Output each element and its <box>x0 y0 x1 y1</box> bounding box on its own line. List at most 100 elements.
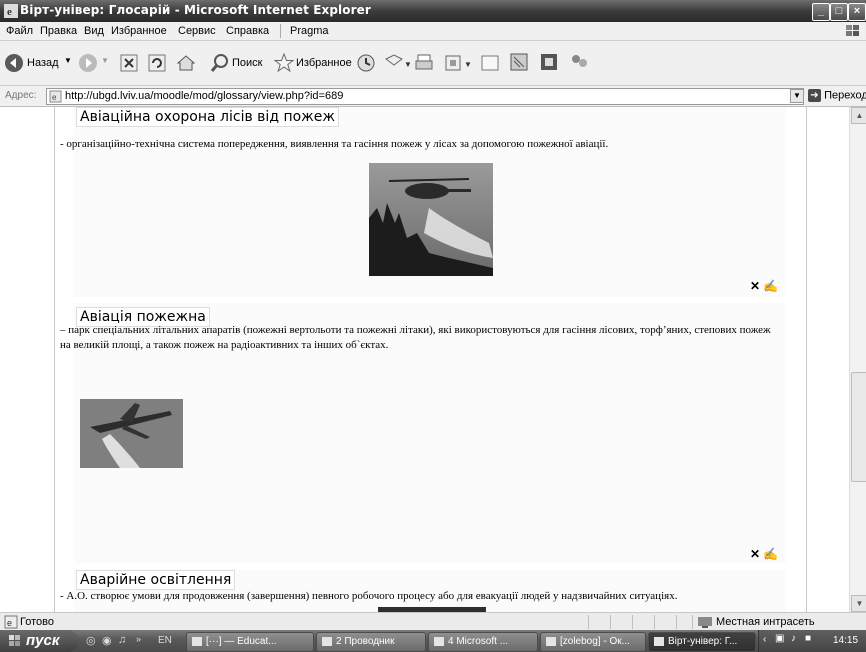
menu-bar: Файл Правка Вид Избранное Сервис Справка… <box>0 22 866 41</box>
task-label: 4 Microsoft ... <box>448 636 509 647</box>
task-label: [zolebog] - Ок... <box>560 636 630 647</box>
edit-page-icon[interactable]: ▼ <box>444 53 474 73</box>
minimize-button[interactable]: _ <box>812 3 830 21</box>
tray-expand-icon[interactable]: ‹ <box>763 634 766 645</box>
address-bar: Адрес: e http://ubgd.lviv.ua/moodle/mod/… <box>0 86 866 107</box>
status-text: Готово <box>20 616 54 628</box>
intranet-icon <box>698 617 712 628</box>
address-input[interactable]: e http://ubgd.lviv.ua/moodle/mod/glossar… <box>46 88 804 105</box>
go-label: Переход <box>824 89 866 102</box>
task-icon <box>434 636 444 646</box>
firefighting-plane-photo <box>80 399 183 468</box>
search-button[interactable]: Поиск <box>210 53 262 76</box>
scroll-down-icon[interactable]: ▼ <box>851 595 866 612</box>
task-label: Вірт-універ: Г... <box>668 636 738 647</box>
search-icon <box>210 54 228 72</box>
go-button[interactable]: ➜ Переход <box>808 89 866 102</box>
tray-volume-icon[interactable]: ♪ <box>791 633 796 644</box>
toolbar: Назад ▼ ▼ Поиск Избранное ▼ ▼ <box>0 41 866 86</box>
research-icon[interactable] <box>508 51 530 73</box>
forward-dropdown-icon[interactable]: ▼ <box>101 56 109 65</box>
menu-edit[interactable]: Правка <box>40 25 77 37</box>
back-dropdown-icon[interactable]: ▼ <box>64 56 72 65</box>
tray-network-icon[interactable]: ▣ <box>775 633 784 644</box>
entry-definition: - А.О. створює умови для продовження (за… <box>60 590 678 602</box>
back-arrow-icon <box>5 54 23 72</box>
print-icon[interactable] <box>414 53 434 73</box>
menu-favorites[interactable]: Избранное <box>111 25 167 37</box>
taskbar-item[interactable]: 4 Microsoft ... <box>428 632 538 652</box>
right-border <box>806 107 807 612</box>
entry-definition: – парк спеціальних літальних апаратів (п… <box>60 324 771 351</box>
forward-button[interactable]: ▼ <box>78 53 109 76</box>
entry-term: Аварійне освітлення <box>76 570 236 590</box>
scroll-thumb[interactable] <box>851 372 866 482</box>
clock[interactable]: 14:15 <box>833 635 858 646</box>
language-indicator[interactable]: EN <box>158 635 172 646</box>
refresh-icon[interactable] <box>148 54 166 72</box>
close-button[interactable]: × <box>848 3 866 21</box>
start-label: пуск <box>26 632 60 649</box>
messenger-icon[interactable] <box>538 51 560 73</box>
helicopter-photo <box>369 163 493 276</box>
svg-text:e: e <box>52 93 57 102</box>
window-title: Вірт-універ: Глосарій - Microsoft Intern… <box>20 3 371 17</box>
delete-icon[interactable]: ✕ <box>750 279 760 293</box>
go-arrow-icon: ➜ <box>808 89 821 102</box>
search-label: Поиск <box>232 57 263 69</box>
task-icon <box>322 636 332 646</box>
address-dropdown-icon[interactable]: ▼ <box>790 89 804 103</box>
status-divider <box>632 615 633 629</box>
page-icon: e <box>49 90 62 103</box>
maximize-button[interactable]: □ <box>830 3 848 21</box>
vertical-scrollbar[interactable]: ▲ ▼ <box>849 107 866 612</box>
page-content: Авіаційна охорона лісів від пожеж - орга… <box>0 107 849 612</box>
back-button[interactable]: Назад ▼ <box>4 53 72 76</box>
delete-icon[interactable]: ✕ <box>750 547 760 561</box>
forward-arrow-icon <box>79 54 97 72</box>
quicklaunch-browser-icon[interactable]: ◉ <box>102 634 112 647</box>
menu-pragma[interactable]: Pragma <box>290 25 329 37</box>
taskbar-item[interactable]: [zolebog] - Ок... <box>540 632 646 652</box>
menu-view[interactable]: Вид <box>84 25 104 37</box>
svg-text:▼: ▼ <box>404 60 410 69</box>
tray-app-icon[interactable]: ■ <box>805 633 811 644</box>
menu-help[interactable]: Справка <box>226 25 269 37</box>
start-button[interactable]: пуск <box>0 630 78 652</box>
task-label: 2 Проводник <box>336 636 395 647</box>
windows-logo-icon <box>9 635 20 646</box>
scroll-up-icon[interactable]: ▲ <box>851 107 866 124</box>
favorites-button[interactable]: Избранное <box>273 52 352 76</box>
quicklaunch-media-icon[interactable]: ♫ <box>118 634 126 646</box>
mail-icon[interactable]: ▼ <box>384 53 410 73</box>
svg-text:e: e <box>7 6 12 18</box>
taskbar-item-active[interactable]: Вірт-універ: Г... <box>648 632 756 652</box>
star-icon <box>273 52 295 73</box>
discuss-icon[interactable] <box>480 53 500 73</box>
history-icon[interactable] <box>356 53 376 73</box>
edit-icon[interactable]: ✍ <box>763 547 778 561</box>
status-divider <box>676 615 677 629</box>
menu-separator <box>280 24 281 38</box>
quicklaunch-ie-icon[interactable]: ◎ <box>86 634 96 647</box>
menu-file[interactable]: Файл <box>6 25 33 37</box>
status-bar: e Готово Местная интрасеть <box>0 612 866 631</box>
status-divider <box>654 615 655 629</box>
home-icon[interactable] <box>176 53 196 73</box>
task-icon <box>654 636 664 646</box>
taskbar-item[interactable]: 2 Проводник <box>316 632 426 652</box>
taskbar-item[interactable]: [···] — Educat... <box>186 632 314 652</box>
status-divider <box>610 615 611 629</box>
menu-tools[interactable]: Сервис <box>178 25 216 37</box>
window-titlebar: e Вірт-універ: Глосарій - Microsoft Inte… <box>0 0 866 22</box>
page-status-icon: e <box>4 615 18 629</box>
system-tray: ‹ ▣ ♪ ■ 14:15 <box>758 630 866 652</box>
stop-icon[interactable] <box>120 54 138 72</box>
back-label: Назад <box>27 57 59 69</box>
edit-icon[interactable]: ✍ <box>763 279 778 293</box>
contacts-icon[interactable] <box>568 51 590 73</box>
glossary-entry: Авіаційна охорона лісів від пожеж - орга… <box>60 107 786 297</box>
quicklaunch-more-icon[interactable]: » <box>136 634 141 644</box>
left-border <box>54 107 55 612</box>
task-label: [···] — Educat... <box>206 636 277 647</box>
